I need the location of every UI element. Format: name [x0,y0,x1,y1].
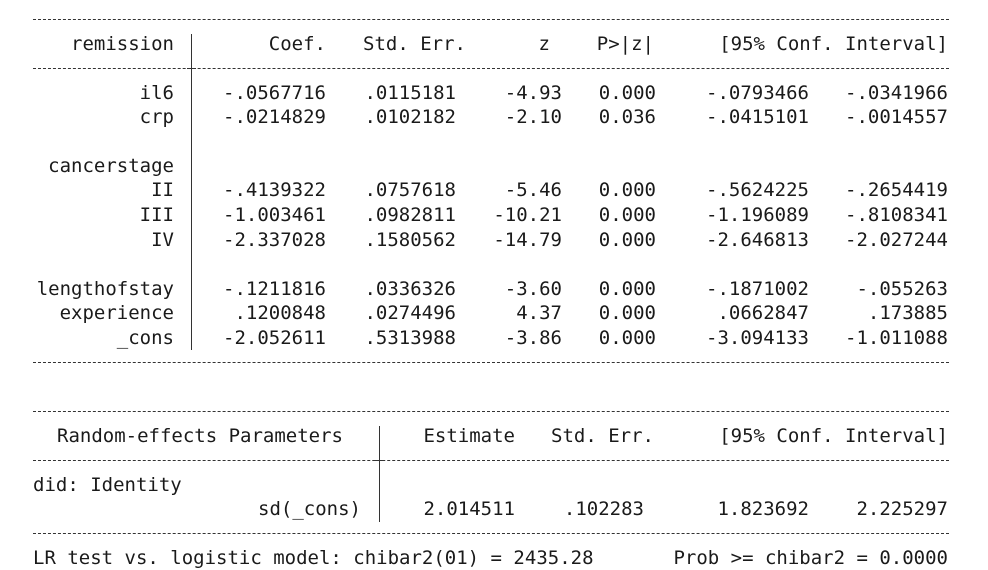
row-ci-low: -.5624225 [706,179,809,201]
row-se: .0336326 [364,278,456,300]
table-row: il6 -.0567716 .0115181 -4.93 0.000 -.079… [0,81,988,105]
se-header: Std. Err. [363,33,466,55]
row-name: sd(_cons) [258,498,361,520]
row-se: .102283 [563,498,644,520]
row-p: 0.000 [598,82,656,104]
table-row: IV -2.337028 .1580562 -14.79 0.000 -2.64… [0,228,988,252]
table-row: experience .1200848 .0274496 4.37 0.000 … [0,301,988,325]
row-coef: -2.052611 [223,327,326,349]
row-ci-high: -.0014557 [845,106,948,128]
row-ci-low: -.1871002 [706,278,809,300]
row-ci-high: -.8108341 [845,204,948,226]
row-ci-high: -.2654419 [845,179,948,201]
row-z: -5.46 [504,179,562,201]
row-se: .0115181 [364,82,456,104]
row-ci-low: -.0793466 [706,82,809,104]
row-coef: -.0567716 [223,82,326,104]
random-header-row: Random-effects Parameters Estimate Std. … [0,424,988,448]
coef-header: Coef. [268,33,326,55]
lr-test-row: LR test vs. logistic model: chibar2(01) … [0,546,988,570]
random-top-rule [33,411,949,412]
row-z: -4.93 [504,82,562,104]
row-name: III [139,204,174,226]
row-p: 0.000 [598,179,656,201]
row-coef: -1.003461 [223,204,326,226]
row-p: 0.000 [598,229,656,251]
row-z: -3.60 [504,278,562,300]
row-estimate: 2.014511 [423,498,515,520]
table-row: crp -.0214829 .0102182 -2.10 0.036 -.041… [0,105,988,129]
row-ci-high: -1.011088 [845,327,948,349]
row-name: crp [139,106,174,128]
random-ci-header: [95% Conf. Interval] [719,425,948,447]
group-label: did: Identity [33,474,182,496]
row-coef: -.0214829 [223,106,326,128]
row-ci-low: -.0415101 [706,106,809,128]
row-coef: -.1211816 [223,278,326,300]
row-se: .5313988 [364,327,456,349]
random-header-rule [33,460,949,461]
row-z: -10.21 [493,204,562,226]
row-ci-low: -1.196089 [706,204,809,226]
stata-output: remission Coef. Std. Err. z P>|z| [95% C… [0,0,988,569]
table-row: III -1.003461 .0982811 -10.21 0.000 -1.1… [0,203,988,227]
fixed-header-row: remission Coef. Std. Err. z P>|z| [95% C… [0,32,988,56]
table-row: lengthofstay -.1211816 .0336326 -3.60 0.… [0,277,988,301]
row-se: .0102182 [364,106,456,128]
row-se: .0757618 [364,179,456,201]
table-row: _cons -2.052611 .5313988 -3.86 0.000 -3.… [0,326,988,350]
row-ci-high: 2.225297 [856,498,948,520]
table-row: sd(_cons) 2.014511 .102283 1.823692 2.22… [0,497,988,521]
row-name: il6 [139,82,174,104]
row-name: IV [151,229,174,251]
fixed-bottom-rule [33,362,949,363]
row-ci-low: -3.094133 [706,327,809,349]
row-name: experience [59,302,174,324]
row-name: _cons [116,327,174,349]
random-group-row: did: Identity [0,473,988,497]
top-rule [33,19,949,20]
row-z: -2.10 [504,106,562,128]
row-p: 0.036 [598,106,656,128]
row-z: -14.79 [493,229,562,251]
table-row: cancerstage [0,154,988,178]
row-se: .0274496 [364,302,456,324]
row-p: 0.000 [598,302,656,324]
row-ci-high: -.0341966 [845,82,948,104]
lr-test-label: LR test vs. logistic model: chibar2(01) … [33,547,594,569]
row-z: 4.37 [516,302,562,324]
row-coef: .1200848 [234,302,326,324]
row-ci-high: -.055263 [856,278,948,300]
table-row: II -.4139322 .0757618 -5.46 0.000 -.5624… [0,178,988,202]
row-ci-low: .0662847 [717,302,809,324]
row-ci-low: -2.646813 [706,229,809,251]
ci-header: [95% Conf. Interval] [719,33,948,55]
random-bottom-rule [33,533,949,534]
row-ci-high: -2.027244 [845,229,948,251]
row-name: lengthofstay [36,278,174,300]
depvar-label: remission [71,33,174,55]
random-se-header: Std. Err. [551,425,654,447]
header-rule [33,68,949,69]
row-z: -3.86 [504,327,562,349]
row-p: 0.000 [598,204,656,226]
row-se: .1580562 [364,229,456,251]
z-header: z [538,33,550,55]
row-ci-low: 1.823692 [717,498,809,520]
random-params-header: Random-effects Parameters [57,425,343,447]
row-se: .0982811 [364,204,456,226]
row-p: 0.000 [598,327,656,349]
lr-test-prob: Prob >= chibar2 = 0.0000 [673,547,948,569]
row-name: cancerstage [48,155,174,177]
row-coef: -2.337028 [223,229,326,251]
row-coef: -.4139322 [223,179,326,201]
estimate-header: Estimate [423,425,515,447]
p-header: P>|z| [596,33,654,55]
row-p: 0.000 [598,278,656,300]
row-ci-high: .173885 [867,302,948,324]
row-name: II [151,179,174,201]
